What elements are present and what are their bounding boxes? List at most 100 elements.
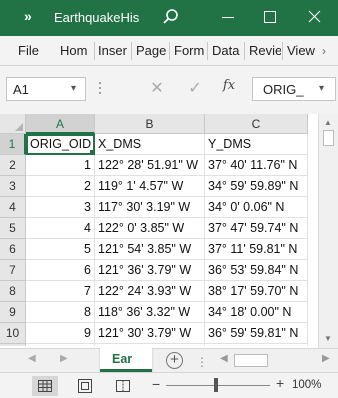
tab-page-layout[interactable]: Page bbox=[136, 43, 168, 58]
tab-home[interactable]: Hom bbox=[60, 43, 90, 58]
normal-view-button[interactable] bbox=[32, 376, 58, 396]
grid-cell[interactable]: 122° 28' 51.91" W bbox=[95, 155, 205, 176]
row-header[interactable]: 1 bbox=[0, 134, 26, 155]
zoom-slider-thumb[interactable] bbox=[213, 378, 218, 392]
name-box[interactable]: A1 ▾ bbox=[6, 77, 86, 101]
row-header[interactable]: 9 bbox=[0, 302, 26, 323]
insert-function-button[interactable]: fx bbox=[220, 78, 238, 98]
tab-view[interactable]: View bbox=[287, 43, 316, 58]
grid-cell[interactable]: 10 bbox=[26, 344, 95, 346]
scroll-right-icon[interactable]: ▶ bbox=[322, 353, 330, 364]
grid-cell[interactable]: 34° 59' 59.89" N bbox=[205, 176, 308, 197]
horizontal-scroll-thumb[interactable] bbox=[234, 354, 268, 367]
grid-cell[interactable]: 37° 40' 11.76" N bbox=[205, 155, 308, 176]
grid-cell[interactable]: 118° 36' 3.32" W bbox=[95, 302, 205, 323]
add-sheet-button[interactable]: + bbox=[166, 352, 183, 369]
select-all-triangle-icon bbox=[15, 123, 23, 131]
column-header-c[interactable]: C bbox=[205, 114, 308, 134]
cancel-icon[interactable]: ✕ bbox=[148, 78, 166, 98]
grid-cell[interactable]: 2 bbox=[26, 176, 95, 197]
enter-check-icon[interactable]: ✓ bbox=[186, 78, 204, 98]
grid-cell[interactable]: 38° 11' 59.70" N bbox=[205, 344, 308, 346]
sheet-nav-left-icon[interactable]: ◀ bbox=[28, 353, 36, 364]
select-all-button[interactable] bbox=[0, 114, 26, 134]
column-header-b[interactable]: B bbox=[95, 114, 205, 134]
scroll-left-icon[interactable]: ◀ bbox=[220, 353, 228, 364]
grid-cell[interactable]: 37° 11' 59.81" N bbox=[205, 239, 308, 260]
zoom-slider-track[interactable] bbox=[166, 385, 270, 386]
grid-cell[interactable]: 122° 0' 3.85" W bbox=[95, 218, 205, 239]
sheet-nav-right-icon[interactable]: ▶ bbox=[60, 353, 68, 364]
tab-formulas[interactable]: Form bbox=[174, 43, 206, 58]
name-box-value: A1 bbox=[13, 82, 29, 97]
tab-insert[interactable]: Inser bbox=[98, 43, 129, 58]
grid-cell[interactable]: 9 bbox=[26, 323, 95, 344]
grid-cell[interactable]: 117° 30' 3.19" W bbox=[95, 197, 205, 218]
grid-cell[interactable]: 121° 54' 3.85" W bbox=[95, 239, 205, 260]
row-header[interactable]: 11 bbox=[0, 344, 26, 346]
column-header-a[interactable]: A bbox=[26, 114, 95, 134]
grid-cell[interactable]: 34° 18' 0.00" N bbox=[205, 302, 308, 323]
tab-data[interactable]: Data bbox=[212, 43, 242, 58]
maximize-button[interactable] bbox=[248, 0, 292, 36]
grid-cell[interactable]: X_DMS bbox=[95, 134, 205, 155]
row-header[interactable]: 10 bbox=[0, 323, 26, 344]
active-cell[interactable]: ORIG_OID bbox=[26, 134, 95, 155]
status-bar: − + 100% bbox=[0, 372, 338, 398]
formula-input[interactable]: ORIG_ ▾ bbox=[252, 77, 336, 101]
vertical-scroll-thumb[interactable] bbox=[323, 130, 334, 146]
row-header[interactable]: 5 bbox=[0, 218, 26, 239]
formula-value: ORIG_ bbox=[263, 82, 304, 97]
grid-cell[interactable]: 122° 24' 3.93" W bbox=[95, 344, 205, 346]
chevron-down-icon[interactable]: ▾ bbox=[71, 83, 76, 94]
grid-cell[interactable]: 5 bbox=[26, 239, 95, 260]
grid-cell[interactable]: 1 bbox=[26, 155, 95, 176]
spreadsheet-grid[interactable]: A B C 1 ORIG_OID X_DMS Y_DMS 2 1 122° 28' 51.91" … bbox=[0, 114, 318, 346]
row-header[interactable]: 2 bbox=[0, 155, 26, 176]
grid-cell[interactable]: 4 bbox=[26, 218, 95, 239]
grid-cell[interactable]: 121° 36' 3.79" W bbox=[95, 260, 205, 281]
grid-cell[interactable]: 121° 30' 3.79" W bbox=[95, 323, 205, 344]
page-layout-view-button[interactable] bbox=[72, 376, 98, 396]
sheet-tab-active[interactable]: Ear bbox=[100, 348, 152, 372]
grid-cell[interactable]: 34° 0' 0.06" N bbox=[205, 197, 308, 218]
grid-cell[interactable]: 38° 17' 59.70" N bbox=[205, 281, 308, 302]
tab-separator bbox=[282, 42, 283, 60]
grid-cell[interactable]: 36° 59' 59.81" N bbox=[205, 323, 308, 344]
grid-cell[interactable]: Y_DMS bbox=[205, 134, 308, 155]
scroll-down-icon[interactable]: ▼ bbox=[324, 334, 332, 343]
grid-cell[interactable]: 36° 53' 59.84" N bbox=[205, 260, 308, 281]
row-header[interactable]: 8 bbox=[0, 281, 26, 302]
row-header[interactable]: 7 bbox=[0, 260, 26, 281]
search-icon[interactable] bbox=[162, 8, 180, 26]
close-button[interactable] bbox=[292, 0, 336, 36]
page-break-preview-button[interactable] bbox=[110, 376, 136, 396]
grid-cell[interactable]: 37° 47' 59.74" N bbox=[205, 218, 308, 239]
grid-cell[interactable]: 3 bbox=[26, 197, 95, 218]
chevron-down-icon[interactable]: ▾ bbox=[319, 83, 324, 94]
quick-access-chevron-icon[interactable]: » bbox=[24, 8, 32, 24]
row-header[interactable]: 6 bbox=[0, 239, 26, 260]
row-header[interactable]: 3 bbox=[0, 176, 26, 197]
formula-bar-splitter-icon[interactable] bbox=[98, 78, 102, 98]
zoom-in-button[interactable]: + bbox=[276, 375, 284, 391]
zoom-out-button[interactable]: − bbox=[152, 376, 160, 392]
more-options-icon[interactable]: ⋮ bbox=[196, 355, 209, 369]
ribbon-more-chevron-icon[interactable]: › bbox=[316, 41, 332, 61]
grid-cell[interactable]: 6 bbox=[26, 260, 95, 281]
tab-file[interactable]: File bbox=[18, 43, 40, 58]
grid-cell[interactable]: 122° 24' 3.93" W bbox=[95, 281, 205, 302]
zoom-level[interactable]: 100% bbox=[292, 379, 321, 391]
vertical-scrollbar[interactable]: ▲ ▼ bbox=[318, 114, 338, 348]
tab-review[interactable]: Revie bbox=[249, 43, 281, 58]
grid-cell[interactable]: 7 bbox=[26, 281, 95, 302]
grid-cell[interactable]: 8 bbox=[26, 302, 95, 323]
scroll-up-icon[interactable]: ▲ bbox=[324, 118, 332, 127]
sheet-tab-label: Ear bbox=[112, 352, 133, 366]
grid-cell[interactable]: 119° 1' 4.57" W bbox=[95, 176, 205, 197]
minimize-button[interactable] bbox=[206, 0, 250, 36]
sheet-tab-bar: ◀ ▶ Ear + ⋮ ◀ ▶ bbox=[0, 348, 338, 372]
title-bar: » EarthquakeHis bbox=[0, 0, 338, 36]
tab-separator bbox=[94, 42, 95, 60]
row-header[interactable]: 4 bbox=[0, 197, 26, 218]
